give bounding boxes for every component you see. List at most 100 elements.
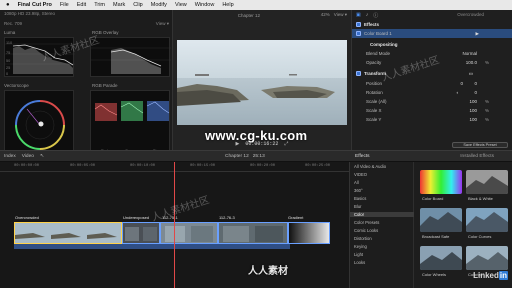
audio-track[interactable] [14, 244, 290, 249]
video-scopes-panel: 1080p HD 23.98p, Stereo Rec. 709 View ▾ … [0, 10, 173, 156]
color-board-show-icon[interactable]: ▶ [476, 31, 479, 37]
video-inspector-tab-icon[interactable]: ▣ [356, 12, 361, 18]
url-watermark: www.cg-ku.com [205, 128, 308, 143]
transform-section[interactable]: Transform ▭ [352, 69, 512, 78]
color-board-checkbox[interactable] [356, 31, 361, 36]
effect-thumb-broadcast-safe[interactable] [420, 208, 462, 232]
category-distortion[interactable]: Distortion [354, 236, 372, 241]
effects-section[interactable]: Effects [352, 20, 512, 29]
scopes-view-menu[interactable]: View ▾ [156, 21, 169, 27]
menu-edit[interactable]: Edit [77, 2, 86, 8]
effect-thumb-black-white[interactable] [466, 170, 508, 194]
menu-trim[interactable]: Trim [94, 2, 105, 8]
transform-checkbox[interactable] [356, 71, 361, 76]
category-light[interactable]: Light [354, 252, 363, 257]
effects-checkbox[interactable] [356, 22, 361, 27]
effect-thumb-colorize[interactable] [466, 246, 508, 270]
menu-file[interactable]: File [60, 2, 69, 8]
inspector-panel: ▣ ♪ ⓘ Overcrowded Effects Color Board 1 … [351, 10, 512, 150]
category-360[interactable]: 360° [354, 188, 363, 193]
effect-thumb-color-curves[interactable] [466, 208, 508, 232]
rotation-dial-icon[interactable]: ◐ [456, 90, 459, 95]
transform-onscreen-icon[interactable]: ▭ [469, 71, 473, 77]
installed-effects-label: Installed Effects [460, 153, 494, 159]
video-filter-menu[interactable]: Video [22, 154, 34, 159]
effect-label-black-white: Black & White [468, 196, 493, 201]
menu-help[interactable]: Help [222, 2, 233, 8]
effects-browser: All Video & Audio VIDEO All 360° Basics … [349, 162, 512, 288]
project-name: Chapter 12 [225, 153, 249, 159]
blend-mode-value[interactable]: Normal [462, 51, 477, 56]
scale-x-row[interactable]: Scale X 100 % [362, 106, 512, 115]
effects-browser-tab[interactable]: Effects [355, 154, 370, 159]
menu-mark[interactable]: Mark [113, 2, 125, 8]
linkedin-logo: Linkedin [473, 271, 508, 280]
vectorscope-label: Vectorscope [4, 83, 29, 88]
timeline[interactable]: 00:00:00:00 00:00:05:00 00:00:10:00 00:0… [0, 162, 349, 288]
position-row[interactable]: Position 0 0 [362, 79, 512, 88]
compositing-section[interactable]: Compositing [366, 40, 512, 49]
category-color-presets[interactable]: Color Presets [354, 220, 379, 225]
rec-label: Rec. 709 [4, 21, 23, 26]
scale-all-row[interactable]: Scale (All) 100 % [362, 97, 512, 106]
menu-window[interactable]: Window [195, 2, 215, 8]
timeline-toolbar: Index Video ↖ Chapter 12 25:13 Effects I… [0, 150, 512, 162]
app-menu[interactable]: Final Cut Pro [18, 2, 52, 8]
category-looks[interactable]: Looks [354, 260, 365, 265]
effect-label-color-board: Color Board [422, 196, 444, 201]
viewer-view-menu[interactable]: View ▾ [334, 12, 347, 18]
vectorscope [4, 90, 74, 156]
blend-mode-row[interactable]: Blend Mode Normal [362, 49, 512, 58]
apple-menu-icon[interactable]: ● [6, 2, 10, 8]
clip-label-112-75-1: 112-75-1 [162, 215, 178, 220]
clip-overcrowded[interactable] [14, 222, 122, 244]
category-basics[interactable]: Basics [354, 196, 366, 201]
category-color[interactable]: Color [350, 212, 414, 217]
category-video[interactable]: VIDEO [354, 172, 367, 177]
zoom-level[interactable]: 42% [321, 12, 330, 18]
bottom-watermark: 人人素材 [248, 266, 288, 277]
effects-category-list: All Video & Audio VIDEO All 360° Basics … [350, 162, 414, 288]
category-blur[interactable]: Blur [354, 204, 361, 209]
effect-label-color-wheels: Color Wheels [422, 272, 447, 277]
effect-thumb-color-wheels[interactable] [420, 246, 462, 270]
index-button[interactable]: Index [4, 154, 16, 159]
clip-label-overcrowded: Overcrowded [15, 215, 39, 220]
rgb-parade: Red Green Blue [90, 90, 170, 156]
color-board-row[interactable]: Color Board 1 ▶ [352, 29, 512, 38]
effect-thumb-color-board[interactable] [420, 170, 462, 194]
clip-112-75-1[interactable] [160, 222, 218, 244]
menu-modify[interactable]: Modify [151, 2, 167, 8]
clip-underexposed[interactable] [122, 222, 160, 244]
category-comic-looks[interactable]: Comic Looks [354, 228, 378, 233]
opacity-row[interactable]: Opacity 100.0 % [362, 58, 512, 67]
category-all-video-audio[interactable]: All Video & Audio [354, 164, 386, 169]
rgb-parade-label: RGB Parade [92, 83, 118, 88]
effect-label-broadcast-safe: Broadcast Safe [422, 234, 450, 239]
inspector-tabs: ▣ ♪ ⓘ [352, 10, 512, 20]
rotation-row[interactable]: Rotation ◐ 0 [362, 88, 512, 97]
clip-gradient[interactable] [288, 222, 330, 244]
effect-label-color-curves: Color Curves [468, 234, 492, 239]
arrow-tool-icon[interactable]: ↖ [40, 154, 44, 159]
luma-label: Luma [4, 30, 16, 35]
clip-label-gradient: Gradient [288, 215, 304, 220]
project-duration: 25:13 [252, 153, 265, 159]
scopes-header: 1080p HD 23.98p, Stereo [0, 10, 172, 18]
playhead[interactable] [174, 162, 175, 288]
clip-112-76-3[interactable] [218, 222, 288, 244]
category-keying[interactable]: Keying [354, 244, 367, 249]
menu-clip[interactable]: Clip [133, 2, 142, 8]
rgb-overlay-waveform [90, 37, 171, 77]
clip-label-underexposed: Underexposed [123, 215, 150, 220]
opacity-value[interactable]: 100.0 [466, 60, 477, 65]
info-inspector-tab-icon[interactable]: ⓘ [373, 12, 378, 19]
save-effects-preset-button[interactable]: Save Effects Preset [452, 142, 508, 148]
category-all[interactable]: All [354, 180, 359, 185]
viewer-frame[interactable] [177, 40, 347, 125]
audio-inspector-tab-icon[interactable]: ♪ [366, 12, 369, 18]
luma-waveform: 110 75 50 25 0 [4, 37, 75, 77]
menu-view[interactable]: View [175, 2, 187, 8]
viewer-title: Chapter 12 [237, 12, 261, 18]
scale-y-row[interactable]: Scale Y 100 % [362, 115, 512, 124]
